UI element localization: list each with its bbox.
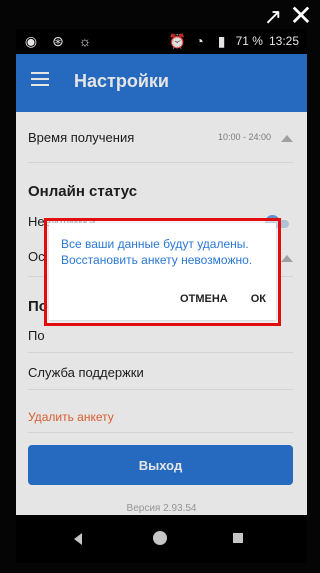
screen-tools: ↗ ✕ — [260, 0, 320, 30]
screen: ◉ ⊛ ☼ ⏰ ◔ ▮ 71 % 13:25 Настройки Время п… — [16, 29, 307, 563]
open-external-icon[interactable]: ↗ — [261, 6, 285, 30]
close-icon[interactable]: ✕ — [289, 2, 313, 30]
delete-confirmation-dialog: Все ваши данные будут удалены. Восстанов… — [49, 223, 276, 320]
cancel-button[interactable]: ОТМЕНА — [180, 293, 228, 305]
dialog-message: Все ваши данные будут удалены. Восстанов… — [61, 237, 253, 267]
ok-button[interactable]: ОК — [251, 293, 266, 305]
dialog-buttons: ОТМЕНА ОК — [180, 293, 266, 305]
phone-frame: ↗ ✕ ◉ ⊛ ☼ ⏰ ◔ ▮ 71 % 13:25 Настройки Вре… — [0, 0, 320, 573]
